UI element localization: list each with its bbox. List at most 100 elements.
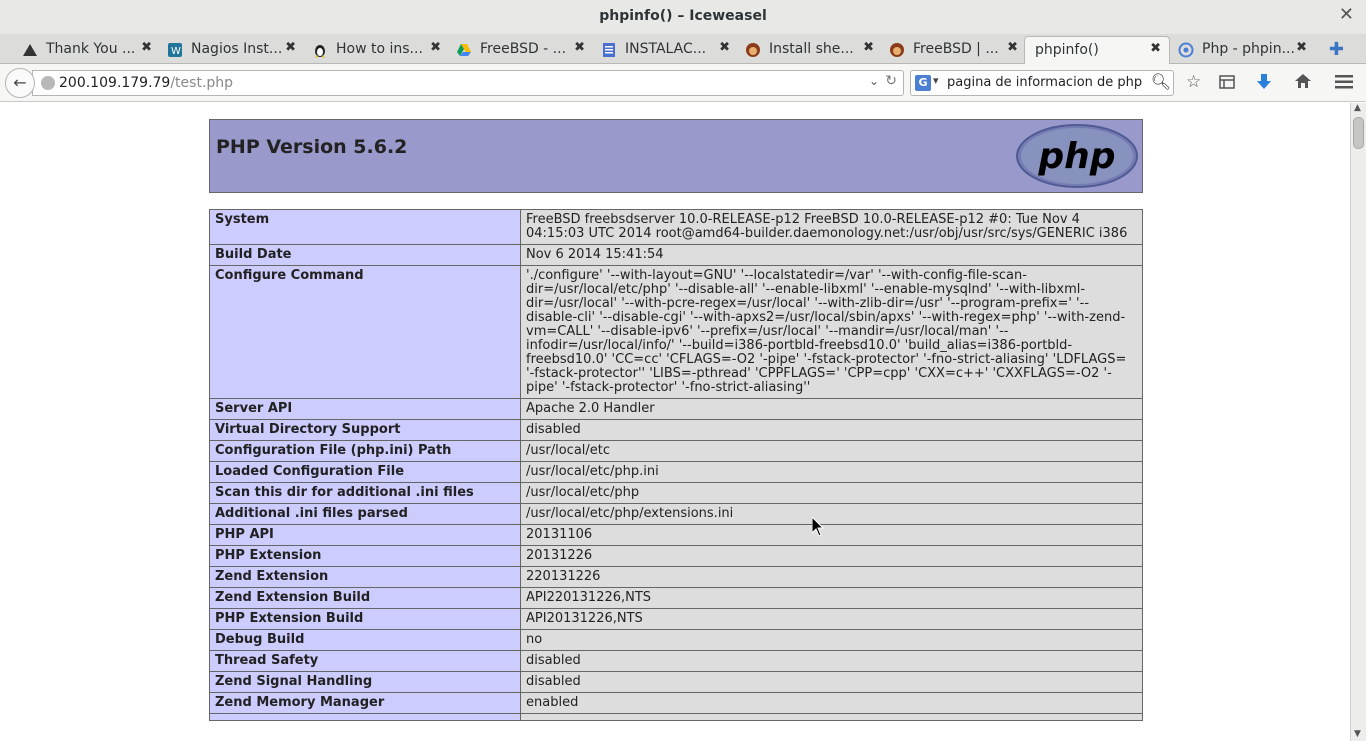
table-row: Loaded Configuration File/usr/local/etc/… [209,461,1143,483]
setting-name: PHP API [209,524,521,546]
bookmark-star-icon[interactable]: ☆ [1186,72,1201,92]
php-info-table: System FreeBSD freebsdserver 10.0-RELEASE… [209,209,1143,721]
setting-name: Zend Signal Handling [209,671,521,693]
php-version-header: PHP Version 5.6.2 php [209,119,1143,193]
back-button[interactable]: ← [5,68,35,98]
setting-value: './configure' '--with-layout=GNU' '--loc… [520,265,1143,399]
tab-close-icon[interactable]: ✖ [141,40,152,55]
php-logo[interactable]: php [1016,124,1138,188]
setting-name: Server API [209,398,521,420]
url-text[interactable]: 200.109.179.79/test.php [59,75,233,91]
tab-thank-you[interactable]: Thank You ... ✖ [22,36,152,64]
table-row: Server API Apache 2.0 Handler [209,398,1143,420]
setting-name: Debug Build [209,629,521,651]
setting-value: Nov 6 2014 15:41:54 [520,244,1143,266]
bookmarks-list-icon[interactable] [1219,74,1235,90]
setting-value: 20131106 [520,524,1143,546]
tab-freebsd-drive[interactable]: FreeBSD - ... ✖ [456,36,585,64]
chevron-down-icon[interactable]: ⌄ [869,74,879,88]
tab-label: Thank You ... [46,41,136,57]
setting-name: Loaded Configuration File [209,461,521,483]
shark-icon [23,44,37,56]
setting-value [520,713,1143,721]
tux-icon [315,45,325,58]
menu-icon[interactable] [1335,75,1353,89]
url-bar[interactable]: 200.109.179.79/test.php ⌄ ↻ [32,70,904,96]
svg-text:W: W [171,46,181,57]
new-tab-icon[interactable]: ✚ [1329,39,1344,60]
vertical-scrollbar[interactable]: ▲ ▼ [1350,103,1366,741]
setting-value: /usr/local/etc/php.ini [520,461,1143,483]
url-path: /test.php [170,75,234,91]
table-row: Build Date Nov 6 2014 15:41:54 [209,244,1143,266]
scroll-down-icon[interactable]: ▼ [1354,729,1361,739]
site-identity-icon[interactable] [41,76,55,90]
table-row: PHP Extension Build API20131226,NTS [209,608,1143,630]
tab-freebsd[interactable]: FreeBSD | ... ✖ [889,36,1018,64]
setting-name: Virtual Directory Support [209,419,521,441]
search-input[interactable] [947,75,1157,90]
document-icon [603,43,615,57]
setting-name: Configuration File (php.ini) Path [209,440,521,462]
tab-close-icon[interactable]: ✖ [285,40,296,55]
tab-php-phpinfo[interactable]: Php - phpin... ✖ [1178,36,1307,64]
tab-phpinfo-active[interactable]: phpinfo() ✖ [1024,36,1170,64]
php-version-title: PHP Version 5.6.2 [216,136,408,158]
tab-label: FreeBSD | ... [913,41,999,57]
setting-value: API20131226,NTS [520,608,1143,630]
download-icon[interactable] [1256,73,1272,91]
setting-value: /usr/local/etc [520,440,1143,462]
table-row: Additional .ini files parsed/usr/local/e… [209,503,1143,525]
tab-how-to[interactable]: How to ins... ✖ [312,36,441,64]
scroll-up-icon[interactable]: ▲ [1354,103,1361,113]
globe-icon [1178,42,1194,58]
google-engine-icon[interactable]: G [915,75,931,91]
navigation-bar: 200.109.179.79/test.php ⌄ ↻ ← G ▾ 🔍︎ ☆ [0,64,1366,102]
table-row: Debug Build no [209,629,1143,651]
tab-instalac[interactable]: INSTALAC... ✖ [601,36,730,64]
setting-name: Zend Extension [209,566,521,588]
table-row [209,713,1143,721]
search-icon[interactable]: 🔍︎ [1151,72,1171,91]
tab-strip: Thank You ... ✖ W Nagios Inst... ✖ How t… [0,34,1366,64]
tab-close-icon[interactable]: ✖ [719,40,730,55]
google-drive-icon [457,44,471,56]
tab-close-icon[interactable]: ✖ [863,40,874,55]
setting-name [209,713,521,721]
mouse-cursor-icon [812,517,824,537]
php-logo-text: php [1037,136,1115,177]
setting-name: Zend Memory Manager [209,692,521,714]
beastie-icon [746,43,760,57]
window-close-icon[interactable]: ✕ [1339,4,1354,25]
setting-name: Configure Command [209,265,521,399]
tab-nagios[interactable]: W Nagios Inst... ✖ [167,36,296,64]
tab-close-icon[interactable]: ✖ [430,40,441,55]
setting-name: PHP Extension [209,545,521,567]
tab-label: FreeBSD - ... [480,41,567,57]
chevron-down-icon[interactable]: ▾ [933,74,939,87]
setting-value: /usr/local/etc/php [520,482,1143,504]
tab-close-icon[interactable]: ✖ [1296,40,1307,55]
reload-icon[interactable]: ↻ [885,73,897,89]
table-row: Thread Safety disabled [209,650,1143,672]
table-row: PHP Extension 20131226 [209,545,1143,567]
setting-value: enabled [520,692,1143,714]
table-row: Zend Extension Build API220131226,NTS [209,587,1143,609]
tab-close-icon[interactable]: ✖ [574,40,585,55]
setting-value: API220131226,NTS [520,587,1143,609]
tab-close-icon[interactable]: ✖ [1007,40,1018,55]
setting-name: Scan this dir for additional .ini files [209,482,521,504]
setting-name: Thread Safety [209,650,521,672]
scrollbar-thumb[interactable] [1353,117,1364,149]
tab-install-shell[interactable]: Install she... ✖ [745,36,874,64]
setting-name: Build Date [209,244,521,266]
page-content: PHP Version 5.6.2 php System FreeBSD free… [0,103,1350,741]
tab-close-icon[interactable]: ✖ [1150,41,1161,56]
setting-value: disabled [520,671,1143,693]
setting-name: PHP Extension Build [209,608,521,630]
window-title: phpinfo() – Iceweasel [599,8,767,24]
home-icon[interactable] [1294,73,1312,89]
search-bar[interactable]: G ▾ 🔍︎ [910,70,1174,96]
url-host: 200.109.179.79 [59,75,171,91]
table-row: Zend Extension 220131226 [209,566,1143,588]
